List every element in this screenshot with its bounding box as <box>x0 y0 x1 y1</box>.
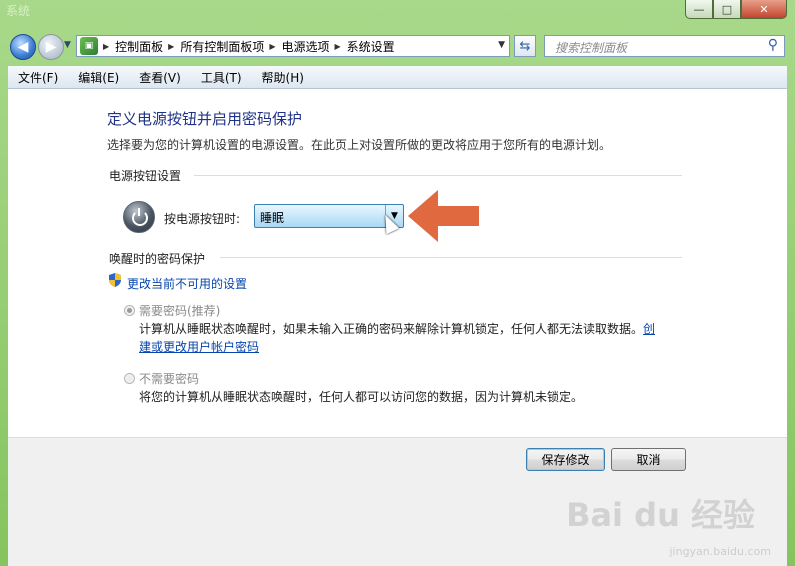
baidu-watermark-url: jingyan.baidu.com <box>669 545 771 558</box>
breadcrumb-separator-icon[interactable]: ▶ <box>335 42 341 51</box>
refresh-button[interactable]: ⇆ <box>514 35 536 57</box>
menu-help[interactable]: 帮助(H) <box>252 69 314 86</box>
annotation-arrow-icon <box>408 190 479 242</box>
no-password-desc: 将您的计算机从睡眠状态唤醒时，任何人都可以访问您的数据，因为计算机未锁定。 <box>139 390 584 404</box>
breadcrumb-separator-icon[interactable]: ▶ <box>168 42 174 51</box>
page-description: 选择要为您的计算机设置的电源设置。在此页上对设置所做的更改将应用于您所有的电源计… <box>107 138 612 152</box>
cancel-button[interactable]: 取消 <box>611 448 686 471</box>
menu-file[interactable]: 文件(F) <box>8 69 68 86</box>
address-dropdown-icon[interactable]: ▼ <box>498 40 505 50</box>
breadcrumb-power-options[interactable]: 电源选项 <box>282 38 330 55</box>
window-controls: — □ ✕ <box>685 0 787 20</box>
power-button-label: 按电源按钮时: <box>164 212 241 226</box>
search-placeholder: 搜索控制面板 <box>555 41 628 55</box>
breadcrumb-all-items[interactable]: 所有控制面板项 <box>180 38 264 55</box>
address-bar[interactable]: ▣ ▶ 控制面板 ▶ 所有控制面板项 ▶ 电源选项 ▶ 系统设置 ▼ <box>76 35 510 57</box>
no-password-title: 不需要密码 <box>139 372 200 386</box>
power-icon <box>123 201 155 233</box>
search-icon[interactable]: ⚲ <box>768 37 778 53</box>
forward-button[interactable]: ▶ <box>38 34 64 60</box>
breadcrumb-system-settings[interactable]: 系统设置 <box>347 38 395 55</box>
back-button[interactable]: ◀ <box>10 34 36 60</box>
search-input[interactable]: 搜索控制面板 ⚲ <box>544 35 785 57</box>
control-panel-window: 系统 — □ ✕ ◀ ▶ ▼ ▣ ▶ 控制面板 ▶ 所有控制面板项 ▶ 电源选项… <box>0 0 795 566</box>
create-password-link-line: 建或更改用户帐户密码 <box>139 338 259 355</box>
save-changes-button[interactable]: 保存修改 <box>526 448 605 471</box>
window-title: 系统 <box>6 4 31 18</box>
page-title: 定义电源按钮并启用密码保护 <box>107 110 303 128</box>
no-password-radio[interactable] <box>124 373 135 384</box>
section-divider <box>220 257 682 258</box>
arrow-left-icon: ◀ <box>17 39 29 55</box>
require-password-desc-text: 计算机从睡眠状态唤醒时，如果未输入正确的密码来解除计算机锁定，任何人都无法读取数… <box>139 322 644 336</box>
content-pane: 定义电源按钮并启用密码保护 选择要为您的计算机设置的电源设置。在此页上对设置所做… <box>8 89 787 559</box>
create-password-link-part1[interactable]: 创 <box>643 322 655 336</box>
change-unavailable-settings-link[interactable]: 更改当前不可用的设置 <box>127 275 247 292</box>
uac-shield-icon <box>109 273 121 287</box>
power-button-action-value: 睡眠 <box>260 211 285 225</box>
password-section-title: 唤醒时的密码保护 <box>109 252 206 266</box>
arrow-right-icon: ▶ <box>45 39 57 55</box>
breadcrumb-control-panel[interactable]: 控制面板 <box>115 38 163 55</box>
breadcrumb-separator-icon[interactable]: ▶ <box>269 42 275 51</box>
menu-view[interactable]: 查看(V) <box>129 69 191 86</box>
create-password-link[interactable]: 建或更改用户帐户密码 <box>139 340 259 354</box>
menu-tools[interactable]: 工具(T) <box>191 69 252 86</box>
title-bar: 系统 — □ ✕ <box>0 0 795 28</box>
require-password-title: 需要密码(推荐) <box>139 304 221 318</box>
window-bottom-border <box>8 558 787 566</box>
power-button-section-title: 电源按钮设置 <box>109 169 182 183</box>
baidu-watermark-logo: Bai du 经验 <box>566 496 755 534</box>
close-button[interactable]: ✕ <box>741 0 787 19</box>
refresh-icon: ⇆ <box>519 38 531 54</box>
section-divider <box>194 175 682 176</box>
control-panel-icon: ▣ <box>80 37 98 55</box>
require-password-radio[interactable] <box>124 305 135 316</box>
maximize-button[interactable]: □ <box>713 0 741 19</box>
menu-bar: 文件(F) 编辑(E) 查看(V) 工具(T) 帮助(H) <box>8 66 787 89</box>
require-password-desc: 计算机从睡眠状态唤醒时，如果未输入正确的密码来解除计算机锁定，任何人都无法读取数… <box>139 320 655 337</box>
menu-edit[interactable]: 编辑(E) <box>68 69 129 86</box>
recent-pages-dropdown[interactable]: ▼ <box>64 40 71 50</box>
breadcrumb-separator-icon[interactable]: ▶ <box>103 42 109 51</box>
minimize-button[interactable]: — <box>685 0 713 19</box>
navigation-bar: ◀ ▶ ▼ ▣ ▶ 控制面板 ▶ 所有控制面板项 ▶ 电源选项 ▶ 系统设置 ▼… <box>0 31 795 61</box>
